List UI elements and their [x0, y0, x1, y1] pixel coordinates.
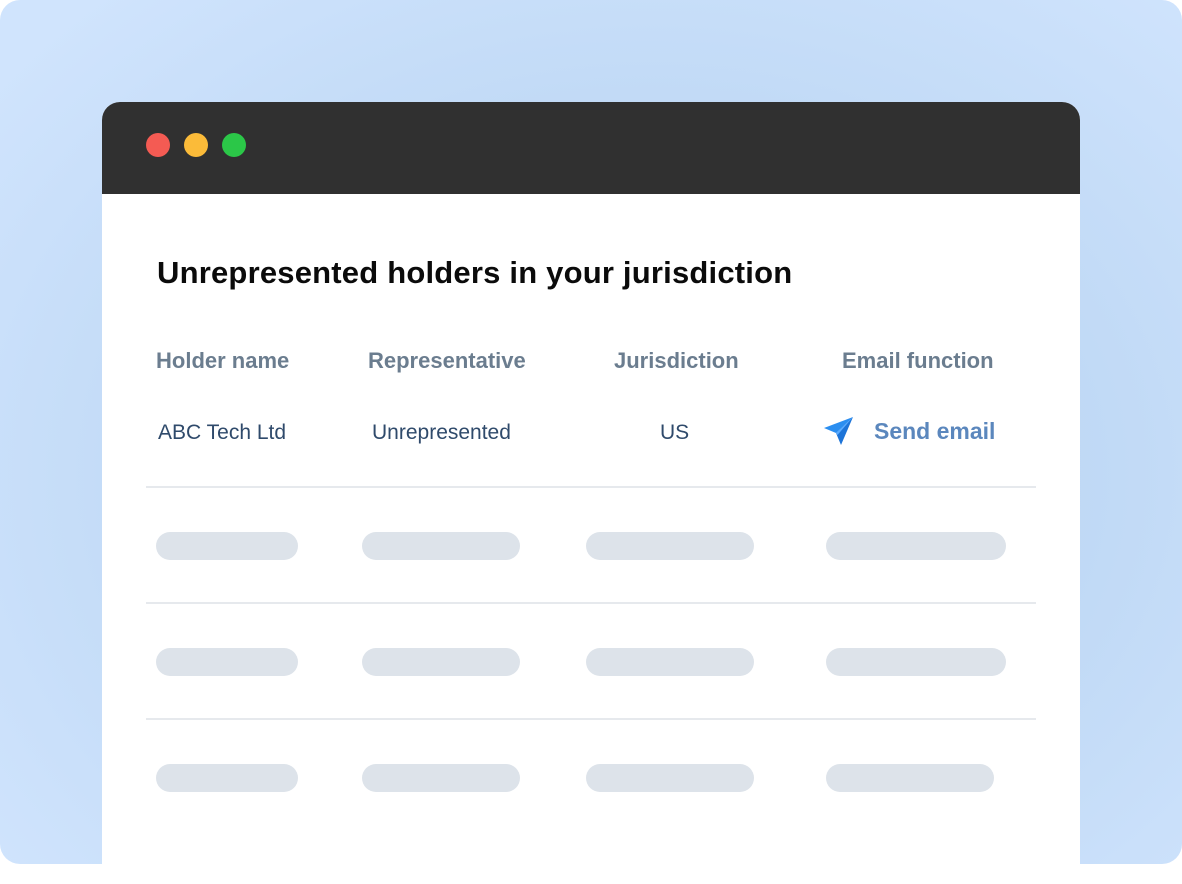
row-divider	[146, 718, 1036, 720]
maximize-window-button[interactable]	[222, 133, 246, 157]
minimize-window-button[interactable]	[184, 133, 208, 157]
send-email-button[interactable]: Send email	[822, 413, 995, 449]
placeholder-cell	[156, 532, 298, 560]
close-window-button[interactable]	[146, 133, 170, 157]
placeholder-cell	[156, 764, 298, 792]
placeholder-cell	[362, 648, 520, 676]
placeholder-cell	[826, 764, 994, 792]
column-header-representative: Representative	[368, 348, 526, 373]
holder-name-cell: ABC Tech Ltd	[158, 421, 287, 444]
placeholder-cell	[362, 532, 520, 560]
send-email-label: Send email	[874, 417, 996, 444]
placeholder-cell	[586, 532, 754, 560]
column-header-email-function: Email function	[842, 348, 994, 373]
page-title: Unrepresented holders in your jurisdicti…	[157, 255, 793, 290]
column-header-jurisdiction: Jurisdiction	[614, 348, 739, 373]
representative-cell: Unrepresented	[372, 421, 511, 444]
placeholder-cell	[156, 648, 298, 676]
row-divider	[146, 486, 1036, 488]
placeholder-cell	[586, 648, 754, 676]
jurisdiction-cell: US	[660, 421, 690, 444]
placeholder-cell	[362, 764, 520, 792]
placeholder-cell	[826, 648, 1006, 676]
main-content: Unrepresented holders in your jurisdicti…	[102, 194, 1080, 864]
placeholder-cell	[586, 764, 754, 792]
app-window: Unrepresented holders in your jurisdicti…	[102, 102, 1080, 864]
send-icon	[822, 415, 854, 447]
window-titlebar	[102, 102, 1080, 194]
column-header-holder-name: Holder name	[156, 348, 290, 373]
placeholder-cell	[826, 532, 1006, 560]
row-divider	[146, 602, 1036, 604]
